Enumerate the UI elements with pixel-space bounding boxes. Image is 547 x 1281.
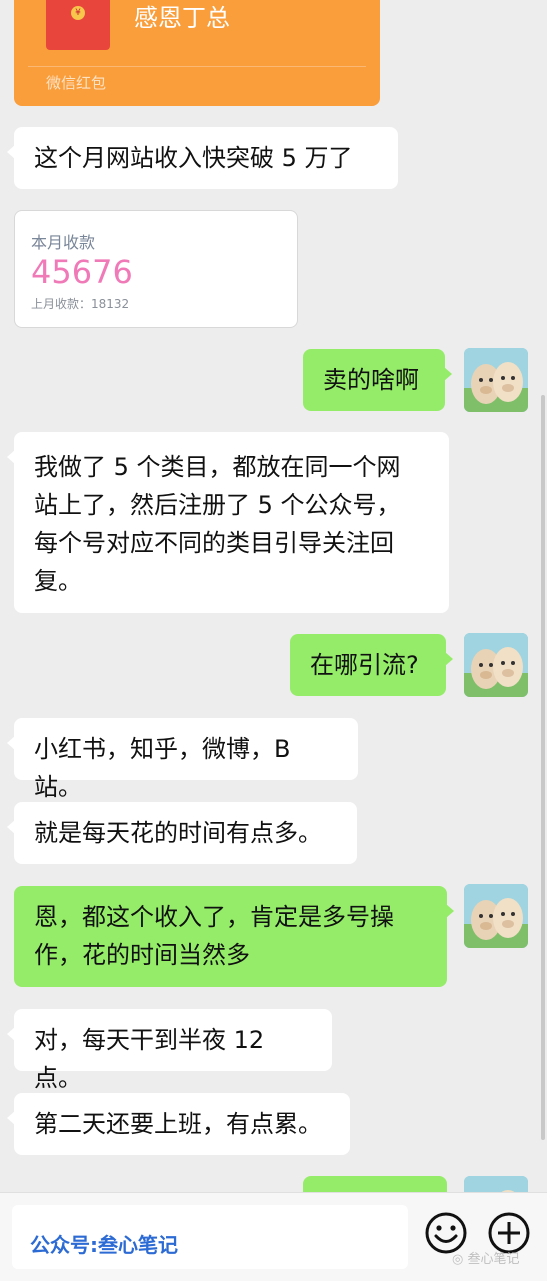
message-bubble-self[interactable]: 在哪引流? xyxy=(290,634,453,696)
input-bar: 公众号:叁心笔记 xyxy=(0,1192,547,1281)
alpaca-avatar[interactable] xyxy=(464,348,528,412)
income-screenshot-card[interactable]: 本月收款 45676 上月收款：18132 xyxy=(14,210,298,328)
wechat-watermark: ◎ 叁心笔记 xyxy=(452,1248,520,1267)
red-packet-icon: ¥ xyxy=(46,0,110,50)
income-label: 本月收款 xyxy=(31,233,96,252)
alpaca-avatar[interactable] xyxy=(464,633,528,697)
message-text: 就是每天花的时间有点多。 xyxy=(34,819,322,847)
message-bubble[interactable]: 小红书，知乎，微博，B 站。 xyxy=(7,718,358,801)
chat-area[interactable]: ¥ 感恩丁总 微信红包 这个月网站收入快突破 5 万了 本月收款 45676 上… xyxy=(0,0,547,1192)
last-month-income: 上月收款：18132 xyxy=(31,297,130,311)
corner-watermark-text: 叁心笔记 xyxy=(467,1252,520,1267)
red-packet-label: 微信红包 xyxy=(46,74,107,92)
message-text: 第二天还要上班，有点累。 xyxy=(34,1110,322,1138)
message-input[interactable]: 公众号:叁心笔记 xyxy=(12,1205,408,1269)
message-bubble[interactable]: 我做了 5 个类目，都放在同一个网 站上了，然后注册了 5 个公众号， 每个号对… xyxy=(7,432,449,613)
message-line: 我做了 5 个类目，都放在同一个网 xyxy=(34,453,401,481)
message-bubble-self[interactable]: 恩，都这个收入了，肯定是多号操 作，花的时间当然多 xyxy=(14,886,454,987)
message-text: 对，每天干到半夜 12 点。 xyxy=(34,1026,265,1092)
message-text: 这个月网站收入快突破 5 万了 xyxy=(34,144,353,172)
message-bubble[interactable]: 第二天还要上班，有点累。 xyxy=(7,1093,350,1155)
income-value: 45676 xyxy=(31,253,133,291)
alpaca-avatar[interactable] xyxy=(464,1176,528,1192)
message-text: 在哪引流? xyxy=(310,651,419,679)
message-bubble-self-partial[interactable] xyxy=(303,1176,447,1192)
message-bubble[interactable]: 这个月网站收入快突破 5 万了 xyxy=(7,127,398,189)
message-line: 恩，都这个收入了，肯定是多号操 xyxy=(34,903,394,931)
message-line: 每个号对应不同的类目引导关注回 xyxy=(34,529,394,557)
message-text: 卖的啥啊 xyxy=(323,366,419,394)
message-bubble[interactable]: 对，每天干到半夜 12 点。 xyxy=(7,1009,332,1092)
scrollbar[interactable] xyxy=(541,395,545,1140)
watermark-text: 公众号:叁心笔记 xyxy=(30,1233,178,1257)
red-packet-title: 感恩丁总 xyxy=(134,4,230,32)
message-bubble[interactable]: 就是每天花的时间有点多。 xyxy=(7,802,357,864)
message-text: 小红书，知乎，微博，B 站。 xyxy=(34,735,291,801)
coin-icon: ¥ xyxy=(71,6,85,20)
divider xyxy=(28,66,366,67)
alpaca-avatar[interactable] xyxy=(464,884,528,948)
message-bubble-self[interactable]: 卖的啥啊 xyxy=(303,349,452,411)
message-line: 作，花的时间当然多 xyxy=(34,941,250,969)
message-line: 站上了，然后注册了 5 个公众号， xyxy=(34,491,401,519)
message-line: 复。 xyxy=(34,567,82,595)
wechat-logo-icon: ◎ xyxy=(452,1252,464,1267)
red-packet-message[interactable]: ¥ 感恩丁总 微信红包 xyxy=(14,0,380,106)
